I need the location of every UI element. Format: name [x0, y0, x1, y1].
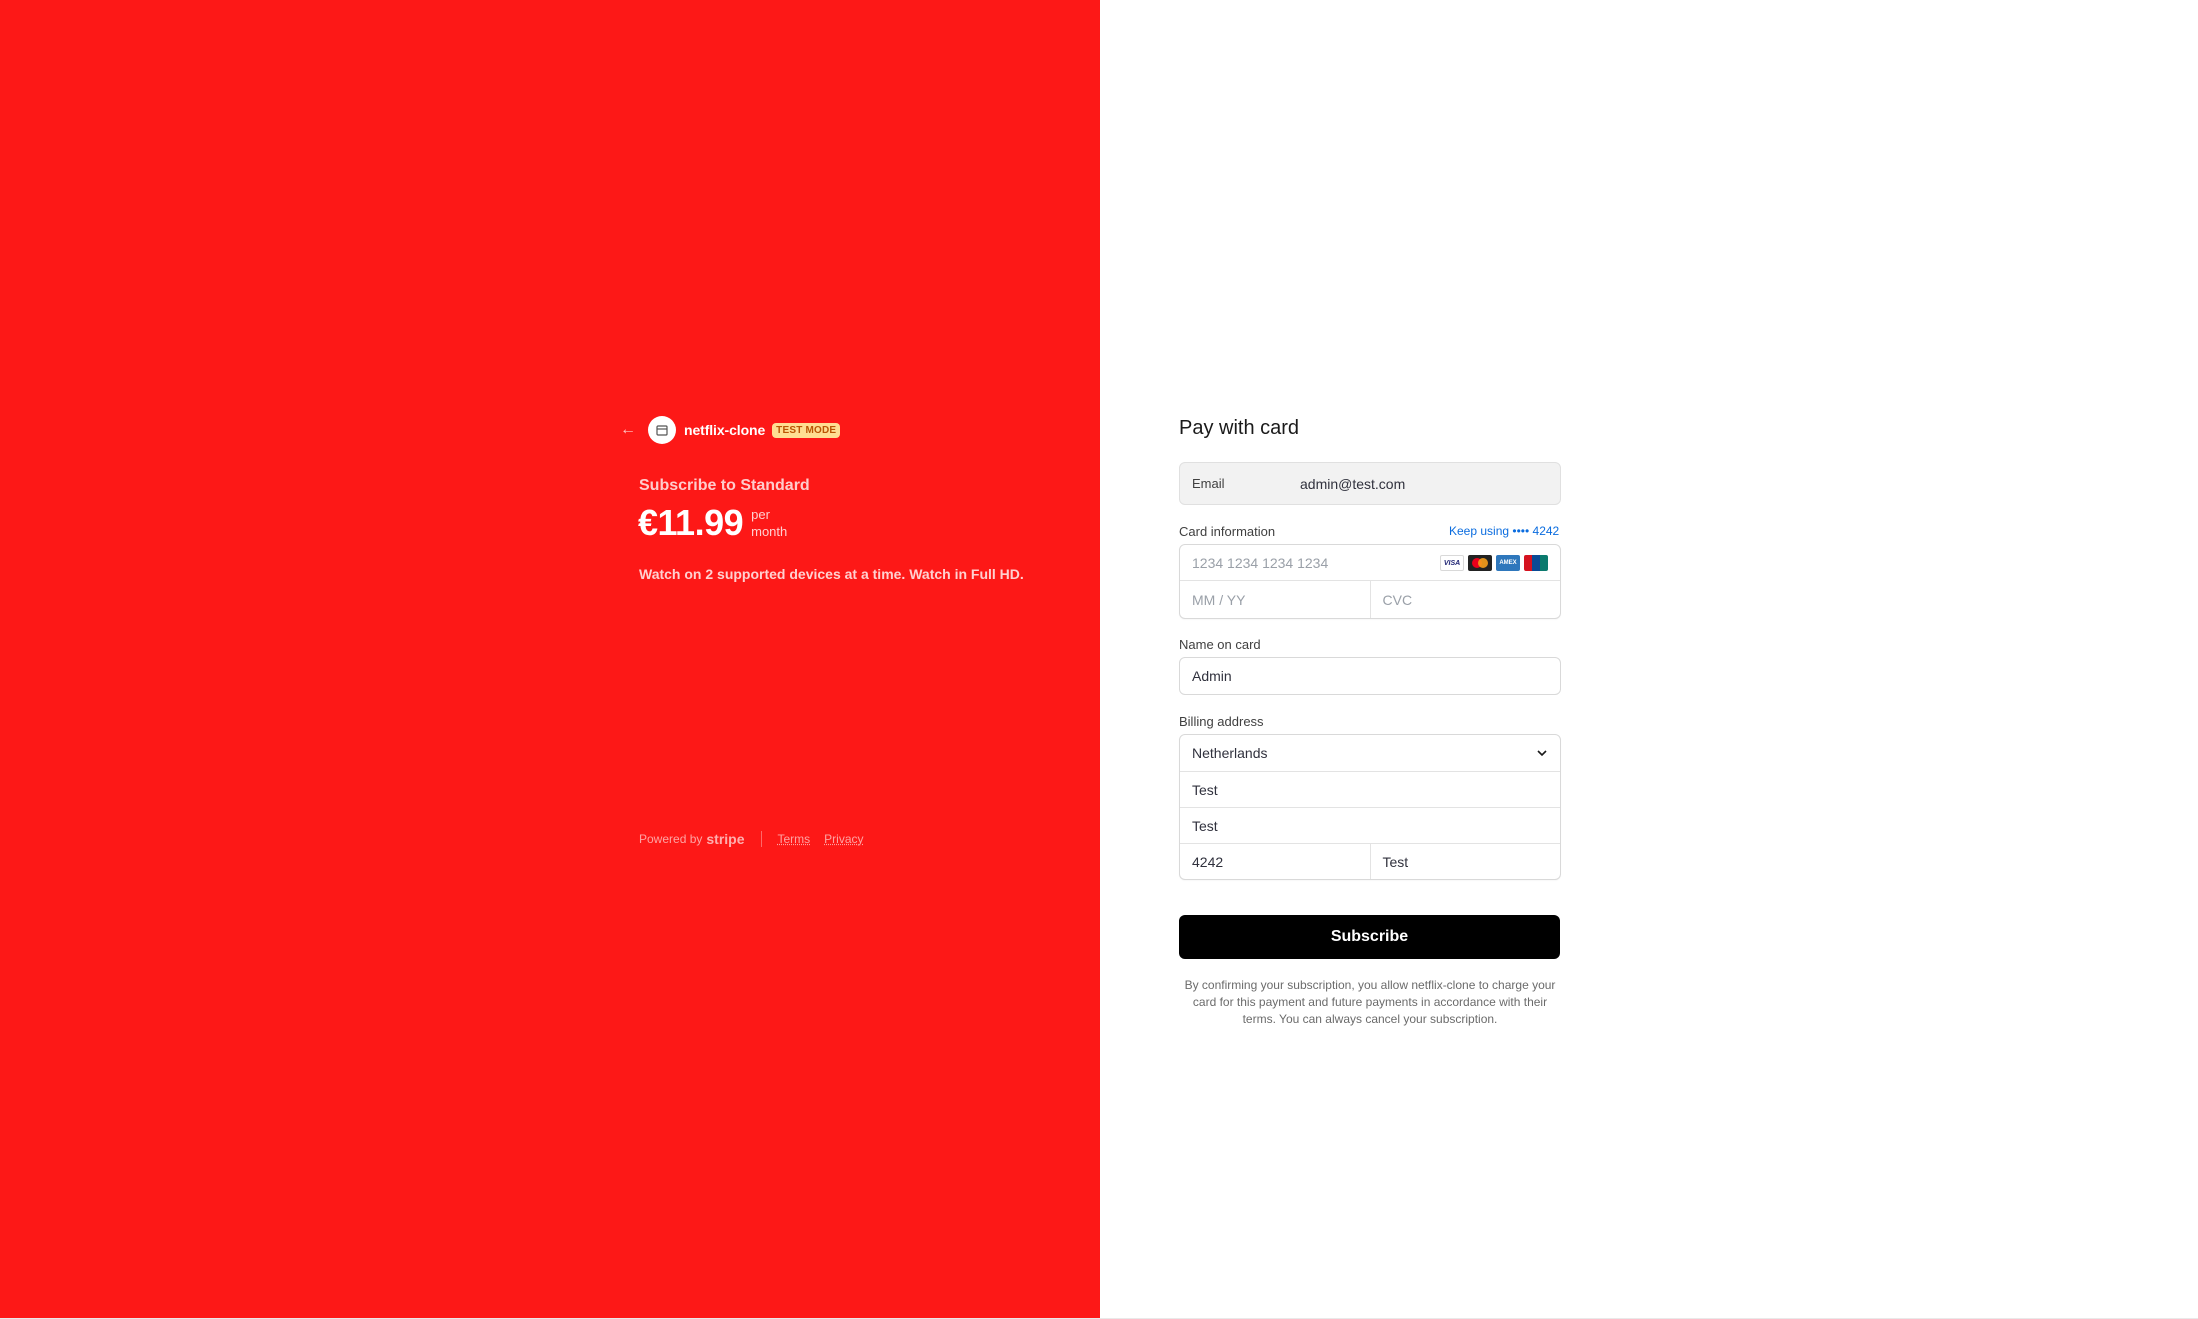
stripe-logo[interactable]: stripe: [706, 831, 744, 847]
card-info-group: 1234 1234 1234 1234 VISA AMEX MM / YY CV…: [1179, 544, 1561, 619]
interval-month: month: [751, 524, 788, 539]
name-on-card-input[interactable]: Admin: [1179, 657, 1561, 695]
store-icon: [656, 425, 668, 436]
billing-address-label: Billing address: [1179, 714, 1264, 729]
form-title: Pay with card: [1179, 417, 1300, 439]
card-expiry-cvc-row: MM / YY CVC: [1180, 581, 1560, 618]
email-value[interactable]: admin@test.com: [1300, 476, 1405, 492]
address-line1-input[interactable]: Test: [1180, 772, 1560, 807]
amex-icon: AMEX: [1496, 555, 1520, 571]
country-value[interactable]: Netherlands: [1180, 735, 1560, 771]
price: €11.99: [638, 502, 744, 543]
address-line1-row: Test: [1180, 772, 1560, 808]
card-info-label: Card information: [1179, 524, 1276, 539]
address-line2-input[interactable]: Test: [1180, 808, 1560, 843]
subscribe-button[interactable]: Subscribe: [1179, 915, 1560, 959]
keep-using-saved-card-link[interactable]: Keep using •••• 4242: [1449, 524, 1559, 538]
product-title: Subscribe to Standard: [639, 477, 810, 494]
order-summary-panel: ← netflix-clone TEST MODE Subscribe to S…: [0, 0, 1100, 1319]
email-label: Email: [1192, 476, 1225, 491]
terms-link[interactable]: Terms: [778, 832, 811, 846]
mastercard-icon: [1468, 555, 1492, 571]
merchant-header: ← netflix-clone TEST MODE: [616, 414, 841, 446]
country-select[interactable]: Netherlands: [1180, 735, 1560, 772]
billing-address-group: Netherlands Test Test 4242 Test: [1179, 734, 1561, 880]
postal-code-input[interactable]: 4242: [1180, 844, 1370, 879]
powered-by-text: Powered by: [639, 832, 703, 846]
address-line2-row: Test: [1180, 808, 1560, 844]
footer-divider: [760, 831, 762, 847]
chevron-down-icon[interactable]: [1536, 747, 1548, 759]
name-on-card-label: Name on card: [1179, 637, 1261, 652]
privacy-link[interactable]: Privacy: [824, 832, 863, 846]
billing-interval: per month: [751, 506, 787, 540]
card-brand-icons: VISA AMEX: [1440, 555, 1548, 571]
merchant-name: netflix-clone: [684, 422, 766, 438]
subscription-terms-text: By confirming your subscription, you all…: [1184, 978, 1556, 1026]
merchant-logo: [648, 416, 676, 444]
unionpay-icon: [1524, 555, 1548, 571]
arrow-left-icon[interactable]: ←: [616, 418, 640, 442]
card-number-row: 1234 1234 1234 1234 VISA AMEX: [1180, 545, 1560, 581]
visa-icon: VISA: [1440, 555, 1464, 571]
email-field[interactable]: Email admin@test.com: [1179, 462, 1561, 505]
interval-per: per: [751, 507, 770, 522]
price-row: €11.99 per month: [638, 502, 787, 544]
city-input[interactable]: Test: [1369, 844, 1561, 879]
expiry-input[interactable]: MM / YY: [1180, 581, 1370, 618]
cvc-input[interactable]: CVC: [1369, 581, 1561, 618]
summary-footer: Powered by stripe Terms Privacy: [639, 831, 878, 847]
test-mode-badge: TEST MODE: [772, 422, 841, 438]
product-description: Watch on 2 supported devices at a time. …: [639, 566, 1024, 582]
postal-city-row: 4242 Test: [1180, 844, 1560, 879]
